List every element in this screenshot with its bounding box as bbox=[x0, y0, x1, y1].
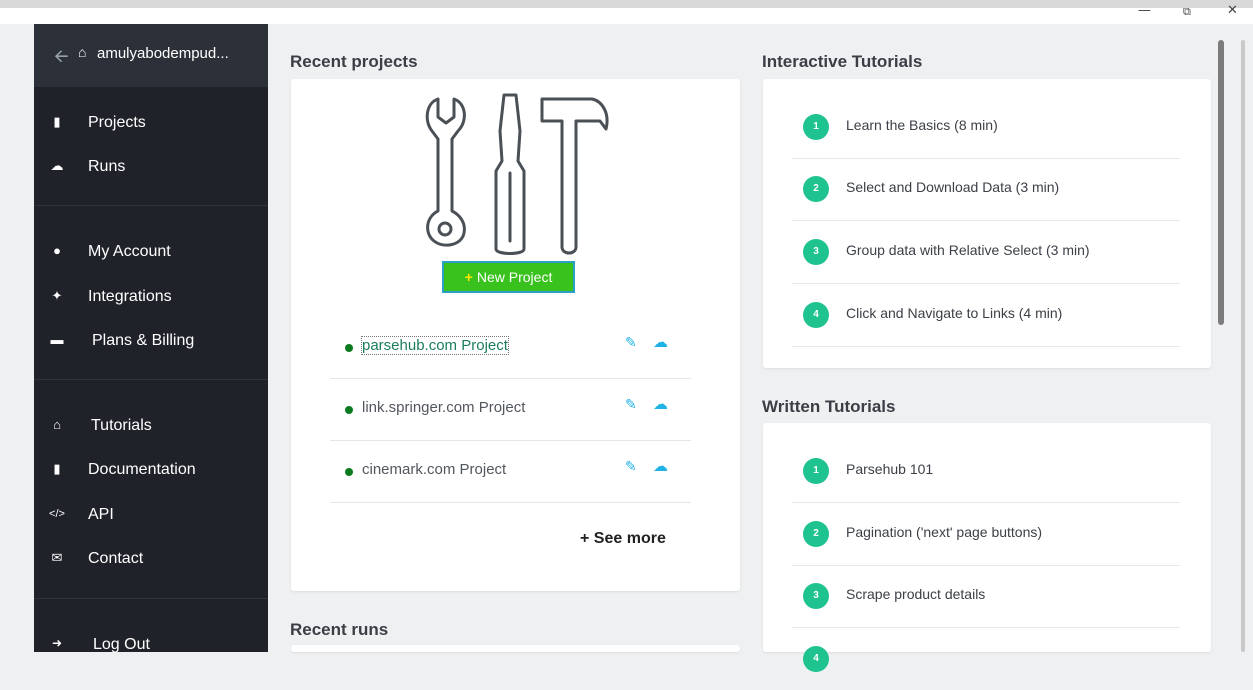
page-scrollbar-thumb[interactable] bbox=[1218, 40, 1224, 325]
tutorial-label[interactable]: Scrape product details bbox=[846, 586, 985, 602]
arrow-left-icon[interactable]: 🡨 bbox=[54, 44, 69, 74]
tutorial-item[interactable]: 4 bbox=[792, 628, 1180, 690]
status-dot bbox=[345, 468, 353, 476]
step-number: 3 bbox=[803, 583, 829, 609]
step-number: 4 bbox=[803, 302, 829, 328]
project-row[interactable]: cinemark.com Project ✎ ☁ bbox=[330, 440, 691, 503]
cloud-download-icon[interactable]: ☁ bbox=[653, 395, 668, 413]
sidebar-item-log-out[interactable]: ➜ Log Out bbox=[34, 628, 268, 664]
tutorial-item[interactable]: 2 Select and Download Data (3 min) bbox=[792, 158, 1180, 221]
new-project-label: New Project bbox=[476, 269, 553, 285]
step-number: 1 bbox=[803, 458, 829, 484]
project-row[interactable]: parsehub.com Project ✎ ☁ bbox=[330, 316, 691, 379]
sidebar-item-label: Contact bbox=[88, 550, 144, 567]
sidebar-item-label: API bbox=[88, 506, 114, 523]
home-icon[interactable]: ⌂ bbox=[78, 44, 86, 60]
recent-runs-card bbox=[291, 645, 740, 652]
username[interactable]: amulyabodempud... bbox=[97, 45, 229, 62]
sidebar-item-label: Projects bbox=[88, 114, 146, 131]
tools-icon bbox=[425, 93, 609, 255]
sidebar-item-label: Log Out bbox=[93, 636, 150, 653]
sidebar-item-runs[interactable]: ☁ Runs bbox=[34, 150, 268, 186]
sidebar-divider bbox=[34, 205, 268, 206]
tutorial-item[interactable]: 2 Pagination ('next' page buttons) bbox=[792, 503, 1180, 566]
written-tutorials-card: 1 Parsehub 101 2 Pagination ('next' page… bbox=[763, 423, 1211, 672]
interactive-tutorials-card: 1 Learn the Basics (8 min) 2 Select and … bbox=[763, 79, 1211, 368]
tutorial-item[interactable]: 3 Scrape product details bbox=[792, 565, 1180, 628]
sidebar-divider bbox=[34, 598, 268, 599]
sidebar-item-label: Documentation bbox=[88, 461, 196, 478]
window-scrollbar[interactable] bbox=[1241, 40, 1245, 652]
project-name[interactable]: link.springer.com Project bbox=[362, 399, 525, 416]
credit-card-icon: ▬ bbox=[50, 332, 64, 347]
sidebar-item-api[interactable]: </> API bbox=[34, 498, 268, 534]
plus-icon: + bbox=[464, 269, 473, 285]
sidebar-item-my-account[interactable]: ● My Account bbox=[34, 235, 268, 271]
interactive-tutorials-title: Interactive Tutorials bbox=[762, 52, 923, 71]
plus-icon: + bbox=[580, 530, 590, 547]
sidebar-item-label: Plans & Billing bbox=[92, 332, 195, 349]
sidebar-divider bbox=[34, 379, 268, 380]
plug-icon: ✦ bbox=[51, 288, 63, 303]
window-top-strip bbox=[0, 0, 1253, 8]
envelope-icon: ✉ bbox=[51, 550, 63, 565]
tutorial-label[interactable]: Pagination ('next' page buttons) bbox=[846, 524, 1042, 540]
restore-button[interactable]: ⧉ bbox=[1183, 5, 1191, 19]
project-name[interactable]: parsehub.com Project bbox=[361, 336, 509, 355]
step-number: 3 bbox=[803, 239, 829, 265]
sidebar-item-plans-billing[interactable]: ▬ Plans & Billing bbox=[34, 324, 268, 360]
sidebar-item-label: Runs bbox=[88, 158, 126, 175]
pencil-icon[interactable]: ✎ bbox=[625, 334, 637, 351]
sidebar-item-documentation[interactable]: ▮ Documentation bbox=[34, 453, 268, 489]
sidebar-item-label: Tutorials bbox=[91, 417, 152, 434]
sidebar: 🡨 ⌂ amulyabodempud... ▮ Projects ☁ Runs … bbox=[34, 24, 268, 653]
close-button[interactable]: ✕ bbox=[1227, 3, 1238, 18]
sidebar-item-projects[interactable]: ▮ Projects bbox=[34, 106, 268, 142]
project-row[interactable]: link.springer.com Project ✎ ☁ bbox=[330, 378, 691, 441]
tutorial-label[interactable]: Click and Navigate to Links (4 min) bbox=[846, 305, 1062, 321]
sidebar-header: 🡨 ⌂ amulyabodempud... bbox=[34, 24, 268, 87]
sidebar-item-label: Integrations bbox=[88, 288, 172, 305]
recent-projects-card: + New Project parsehub.com Project ✎ ☁ li… bbox=[291, 79, 740, 591]
tutorial-item[interactable]: 1 Learn the Basics (8 min) bbox=[792, 96, 1180, 159]
step-number: 4 bbox=[803, 646, 829, 672]
status-dot bbox=[345, 406, 353, 414]
tutorial-label[interactable]: Learn the Basics (8 min) bbox=[846, 117, 998, 133]
minimize-button[interactable]: — bbox=[1138, 3, 1151, 18]
sidebar-item-tutorials[interactable]: ⌂ Tutorials bbox=[34, 409, 268, 445]
user-icon: ● bbox=[53, 243, 61, 258]
sidebar-item-integrations[interactable]: ✦ Integrations bbox=[34, 280, 268, 316]
see-more-label: See more bbox=[593, 530, 666, 547]
recent-runs-title: Recent runs bbox=[290, 620, 389, 639]
tutorial-item[interactable]: 3 Group data with Relative Select (3 min… bbox=[792, 221, 1180, 284]
window-title-bar: — ⧉ ✕ bbox=[0, 0, 1253, 24]
written-tutorials-title: Written Tutorials bbox=[762, 397, 896, 416]
book-icon: ▮ bbox=[53, 461, 61, 476]
step-number: 2 bbox=[803, 176, 829, 202]
tutorial-item[interactable]: 1 Parsehub 101 bbox=[792, 440, 1180, 503]
status-dot bbox=[345, 344, 353, 352]
tutorial-label[interactable]: Group data with Relative Select (3 min) bbox=[846, 242, 1090, 258]
sidebar-item-label: My Account bbox=[88, 243, 171, 260]
pencil-icon[interactable]: ✎ bbox=[625, 396, 637, 413]
new-project-button[interactable]: + New Project bbox=[442, 261, 575, 293]
step-number: 2 bbox=[803, 521, 829, 547]
tutorial-item[interactable]: 4 Click and Navigate to Links (4 min) bbox=[792, 284, 1180, 347]
cloud-download-icon: ☁ bbox=[50, 158, 64, 173]
tutorial-label[interactable]: Select and Download Data (3 min) bbox=[846, 179, 1059, 195]
pencil-icon[interactable]: ✎ bbox=[625, 458, 637, 475]
sign-out-icon: ➜ bbox=[51, 636, 63, 650]
tutorial-label[interactable]: Parsehub 101 bbox=[846, 461, 933, 477]
cloud-download-icon[interactable]: ☁ bbox=[653, 333, 668, 351]
cloud-download-icon[interactable]: ☁ bbox=[653, 457, 668, 475]
code-icon: </> bbox=[49, 508, 65, 520]
recent-projects-title: Recent projects bbox=[290, 52, 418, 71]
institution-icon: ⌂ bbox=[53, 417, 61, 432]
sidebar-item-contact[interactable]: ✉ Contact bbox=[34, 542, 268, 578]
step-number: 1 bbox=[803, 114, 829, 140]
file-icon: ▮ bbox=[53, 114, 61, 129]
project-name[interactable]: cinemark.com Project bbox=[362, 461, 506, 478]
see-more-button[interactable]: + See more bbox=[580, 530, 666, 548]
